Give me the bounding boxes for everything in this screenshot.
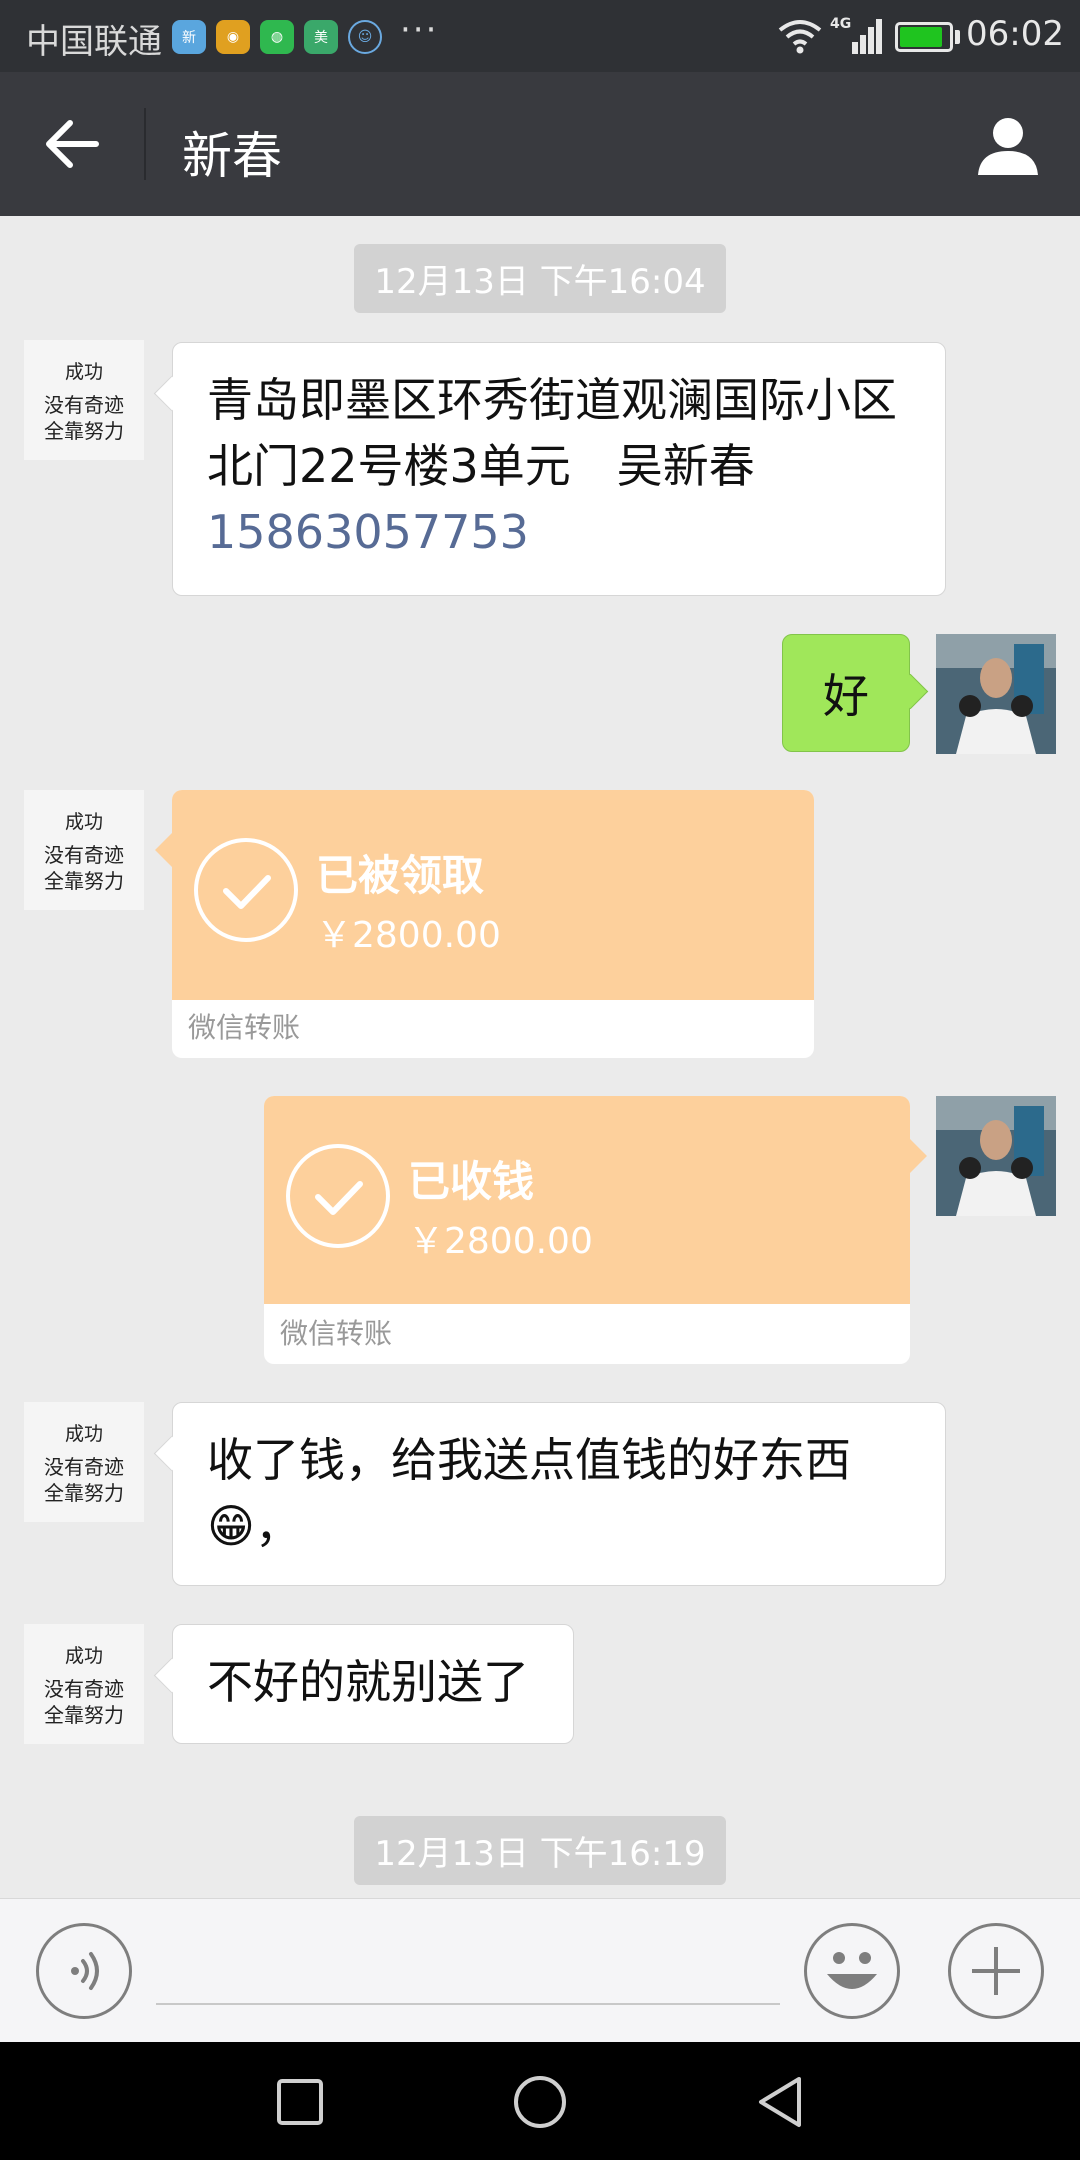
transfer-status: 已收钱 — [408, 1157, 535, 1206]
self-avatar[interactable] — [936, 1096, 1056, 1216]
incoming-message-bubble[interactable]: 青岛即墨区环秀街道观澜国际小区北门22号楼3单元 吴新春 15863057753 — [172, 342, 946, 596]
transfer-label: 微信转账 — [280, 1317, 393, 1350]
self-avatar-photo — [936, 634, 1056, 754]
message-input[interactable] — [156, 1939, 780, 2005]
status-bar: 中国联通 新 ◉ ◍ 美 ☺ ··· 4G 06:02 — [0, 0, 1080, 72]
notification-icons: 新 ◉ ◍ 美 ☺ — [172, 20, 382, 54]
contact-avatar[interactable]: 成功 没有奇迹 全靠努力 — [24, 790, 144, 910]
message-timestamp: 12月13日 下午16:19 — [0, 1816, 1080, 1885]
self-avatar[interactable] — [936, 634, 1056, 754]
carrier-name: 中国联通 — [26, 22, 162, 62]
transfer-card-accepted[interactable]: 已收钱 ￥2800.00 微信转账 — [264, 1096, 910, 1364]
outgoing-message-bubble[interactable]: 好 — [782, 634, 910, 752]
meituan-icon: 美 — [304, 20, 338, 54]
check-circle-icon — [286, 1144, 390, 1248]
clock: 06:02 — [966, 14, 1064, 54]
contact-avatar[interactable]: 成功 没有奇迹 全靠努力 — [24, 1624, 144, 1744]
chat-notification-icon: ☺ — [348, 20, 382, 54]
message-timestamp: 12月13日 下午16:04 — [0, 244, 1080, 313]
plus-icon — [972, 1947, 1020, 1995]
chat-input-bar — [0, 1898, 1080, 2042]
chat-title: 新春 — [182, 127, 282, 185]
incoming-message-bubble[interactable]: 不好的就别送了 — [172, 1624, 574, 1744]
more-options-button[interactable] — [948, 1923, 1044, 2019]
transfer-card-body: 已被领取 ￥2800.00 — [172, 790, 814, 1000]
battery-icon — [895, 22, 953, 52]
contact-avatar[interactable]: 成功 没有奇迹 全靠努力 — [24, 1402, 144, 1522]
weibo-icon: ◉ — [216, 20, 250, 54]
message-text: 好 — [823, 669, 869, 723]
wechat-app-icon: ◍ — [260, 20, 294, 54]
news-app-icon: 新 — [172, 20, 206, 54]
more-notifications-icon: ··· — [400, 10, 439, 50]
transfer-label: 微信转账 — [188, 1011, 301, 1044]
check-circle-icon — [194, 838, 298, 942]
transfer-card-body: 已收钱 ￥2800.00 — [264, 1096, 910, 1304]
recent-apps-button[interactable] — [260, 2062, 340, 2142]
back-nav-button[interactable] — [740, 2062, 820, 2142]
battery-tip — [955, 30, 960, 44]
cellular-signal-icon: 4G — [830, 16, 882, 54]
voice-icon — [71, 1952, 99, 1990]
system-navigation-bar — [0, 2042, 1080, 2160]
back-button[interactable] — [36, 112, 108, 176]
wifi-icon — [778, 20, 822, 54]
header-divider — [144, 108, 146, 180]
timestamp-label: 12月13日 下午16:04 — [354, 244, 726, 313]
transfer-amount: ￥2800.00 — [408, 1221, 593, 1262]
contact-avatar[interactable]: 成功 没有奇迹 全靠努力 — [24, 340, 144, 460]
message-text: 青岛即墨区环秀街道观澜国际小区北门22号楼3单元 吴新春 — [207, 373, 897, 493]
emoji-button[interactable] — [804, 1923, 900, 2019]
home-button[interactable] — [500, 2062, 580, 2142]
transfer-amount: ￥2800.00 — [316, 915, 501, 956]
voice-input-button[interactable] — [36, 1923, 132, 2019]
circle-icon — [514, 2076, 566, 2128]
triangle-back-icon — [759, 2077, 801, 2127]
message-text: 不好的就别送了 — [207, 1655, 529, 1709]
transfer-card-received[interactable]: 已被领取 ￥2800.00 微信转账 — [172, 790, 814, 1058]
square-icon — [277, 2079, 323, 2125]
transfer-status: 已被领取 — [316, 851, 485, 900]
smiley-icon — [827, 1952, 877, 1989]
timestamp-label: 12月13日 下午16:19 — [354, 1816, 726, 1885]
person-icon — [978, 118, 1038, 175]
chat-info-button[interactable] — [966, 108, 1050, 184]
svg-text:4G: 4G — [830, 16, 851, 32]
incoming-message-bubble[interactable]: 收了钱，给我送点值钱的好东西😁， — [172, 1402, 946, 1586]
back-arrow-icon — [46, 120, 99, 168]
chat-header: 新春 — [0, 72, 1080, 216]
phone-number-link[interactable]: 15863057753 — [207, 505, 529, 559]
self-avatar-photo — [936, 1096, 1056, 1216]
message-text: 收了钱，给我送点值钱的好东西😁， — [207, 1433, 851, 1553]
